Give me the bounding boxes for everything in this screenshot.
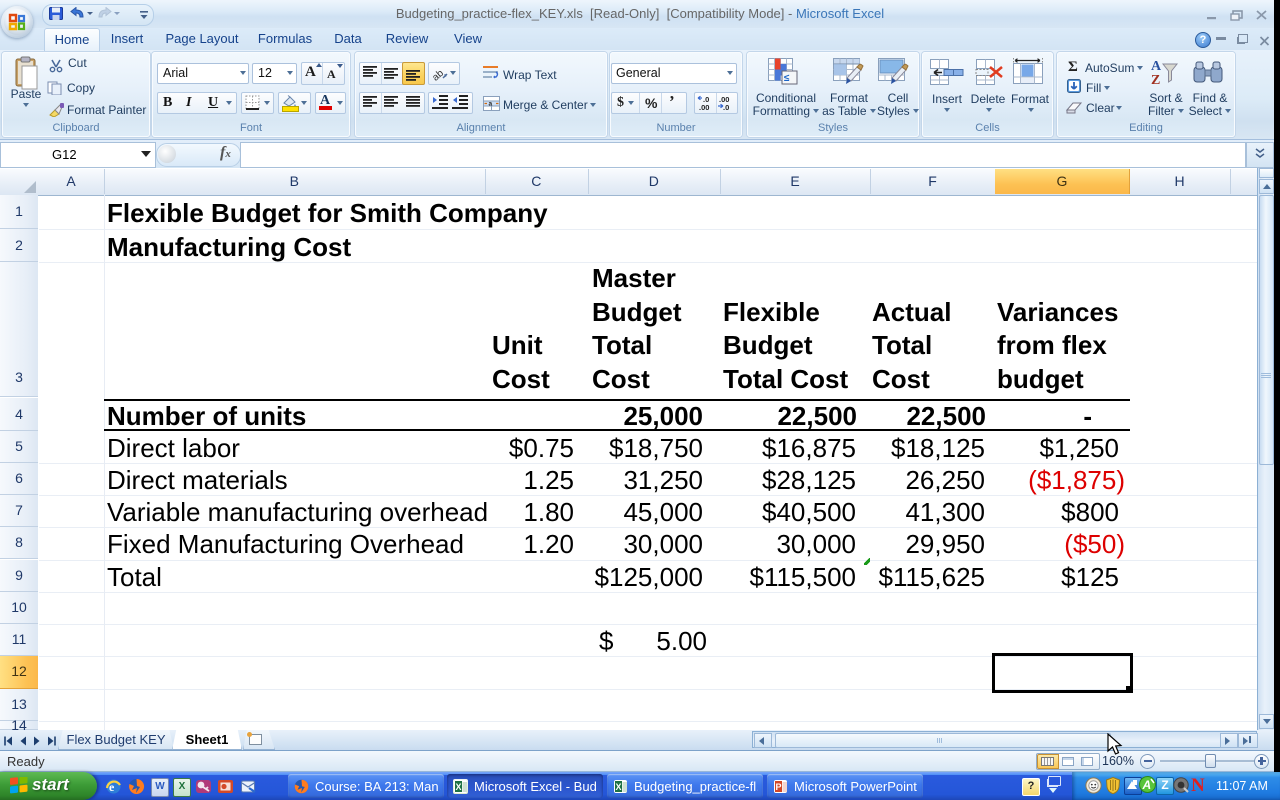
svg-text:X: X	[456, 782, 462, 792]
svg-text:.00: .00	[699, 103, 709, 112]
svg-text:A: A	[1151, 59, 1162, 74]
svg-text:X: X	[616, 782, 622, 792]
svg-text:e: e	[109, 780, 115, 794]
svg-text:.0: .0	[723, 103, 729, 112]
svg-text:a: a	[489, 101, 493, 108]
svg-text:P: P	[776, 782, 782, 792]
svg-text:Z: Z	[1151, 73, 1160, 86]
svg-text:≤: ≤	[784, 73, 790, 84]
svg-text:ab: ab	[431, 68, 446, 82]
svg-text:A: A	[1142, 778, 1152, 792]
